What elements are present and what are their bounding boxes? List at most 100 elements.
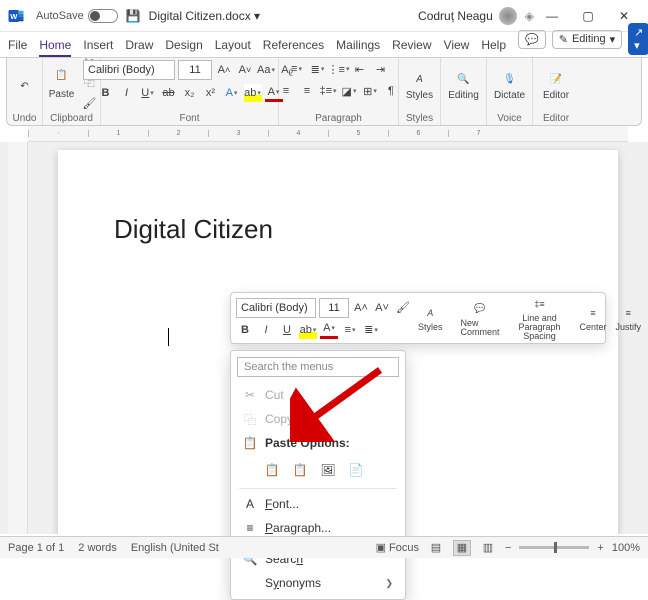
comments-button[interactable]: 💬 — [518, 30, 546, 49]
bullets-icon[interactable]: ≡ — [288, 60, 306, 78]
mini-styles-button[interactable]: AStyles — [415, 304, 446, 332]
line-spacing-icon[interactable]: ‡≡ — [319, 82, 337, 100]
mini-format-painter-icon[interactable]: 🖌 — [394, 299, 412, 317]
tab-references[interactable]: References — [263, 38, 324, 57]
tab-review[interactable]: Review — [392, 38, 431, 57]
mini-bold-button[interactable]: B — [236, 321, 254, 339]
mini-font-color-icon[interactable]: A — [320, 321, 338, 339]
status-words[interactable]: 2 words — [78, 542, 117, 554]
show-marks-icon[interactable]: ¶ — [382, 82, 400, 100]
status-bar: Page 1 of 1 2 words English (United St ▣… — [0, 536, 648, 558]
paste-options-row: 📋 📋 🖼 📄 — [231, 455, 405, 485]
grow-font-icon[interactable]: A˄ — [215, 61, 233, 79]
web-layout-icon[interactable]: ▥ — [479, 540, 497, 556]
subscript-button[interactable]: x₂ — [181, 84, 199, 102]
document-title[interactable]: Digital Citizen.docx ▾ — [149, 9, 260, 23]
dictate-button[interactable]: 🎙Dictate — [490, 70, 529, 103]
underline-button[interactable]: U — [139, 84, 157, 102]
document-heading: Digital Citizen — [114, 214, 562, 245]
context-synonyms[interactable]: Synonyms❯ — [231, 571, 405, 595]
group-label-clipboard: Clipboard — [50, 113, 93, 124]
paste-picture-icon[interactable]: 🖼 — [317, 459, 339, 481]
mini-new-comment-button[interactable]: 💬New Comment — [458, 300, 503, 337]
context-search-input[interactable]: Search the menus — [237, 357, 399, 377]
horizontal-ruler[interactable]: ·1234567 — [28, 126, 628, 142]
zoom-in-button[interactable]: + — [597, 542, 603, 554]
print-layout-icon[interactable]: ▦ — [453, 540, 471, 556]
vertical-ruler[interactable] — [8, 142, 28, 534]
decrease-indent-icon[interactable]: ⇤ — [351, 60, 369, 78]
undo-button[interactable]: ↶ — [13, 76, 37, 96]
zoom-slider[interactable] — [519, 546, 589, 549]
tab-view[interactable]: View — [444, 38, 470, 57]
tab-layout[interactable]: Layout — [215, 38, 251, 57]
mini-underline-button[interactable]: U — [278, 321, 296, 339]
tab-file[interactable]: File — [8, 38, 27, 57]
text-effects-icon[interactable]: A — [223, 84, 241, 102]
group-label-editor: Editor — [543, 113, 569, 124]
mini-numbering-icon[interactable]: ≣ — [362, 321, 380, 339]
shrink-font-icon[interactable]: A˅ — [236, 61, 254, 79]
share-button[interactable]: ↗ ▾ — [628, 23, 648, 55]
paste-merge-icon[interactable]: 📋 — [289, 459, 311, 481]
premium-icon[interactable]: ◈ — [525, 9, 534, 23]
font-size-combo[interactable]: 11 — [178, 60, 212, 80]
mini-font-combo[interactable]: Calibri (Body) — [236, 298, 316, 318]
increase-indent-icon[interactable]: ⇥ — [372, 60, 390, 78]
focus-mode-button[interactable]: ▣ Focus — [376, 541, 419, 554]
strike-button[interactable]: ab — [160, 84, 178, 102]
numbering-icon[interactable]: ≣ — [309, 60, 327, 78]
mini-grow-font-icon[interactable]: A˄ — [352, 299, 370, 317]
font-name-combo[interactable]: Calibri (Body) — [83, 60, 175, 80]
context-paste-options-label: 📋Paste Options: — [231, 431, 405, 455]
ribbon-group-editor: 📝Editor Editor — [533, 58, 579, 125]
align-left-icon[interactable]: ≡ — [277, 82, 295, 100]
avatar-icon — [499, 7, 517, 25]
mini-center-button[interactable]: ≡Center — [577, 304, 610, 332]
editor-button[interactable]: 📝Editor — [539, 70, 573, 103]
mini-line-spacing-button[interactable]: ‡≡Line and Paragraph Spacing — [506, 295, 574, 341]
mini-justify-button[interactable]: ≡Justify — [613, 304, 645, 332]
read-mode-icon[interactable]: ▤ — [427, 540, 445, 556]
tab-mailings[interactable]: Mailings — [336, 38, 380, 57]
word-app-icon: W — [6, 6, 26, 26]
paste-button[interactable]: 📋Paste — [45, 63, 79, 102]
highlight-icon[interactable]: ab — [244, 84, 262, 102]
ribbon-group-editing: 🔍Editing — [441, 58, 487, 125]
mini-shrink-font-icon[interactable]: A˅ — [373, 299, 391, 317]
paste-keep-source-icon[interactable]: 📋 — [261, 459, 283, 481]
bold-button[interactable]: B — [97, 84, 115, 102]
mini-size-combo[interactable]: 11 — [319, 298, 349, 318]
styles-button[interactable]: AStyles — [402, 70, 437, 103]
multilevel-icon[interactable]: ⋮≡ — [330, 60, 348, 78]
context-font[interactable]: AFont... — [231, 492, 405, 516]
status-lang[interactable]: English (United St — [131, 542, 219, 554]
mini-bullets-icon[interactable]: ≡ — [341, 321, 359, 339]
zoom-level[interactable]: 100% — [612, 542, 640, 554]
superscript-button[interactable]: x² — [202, 84, 220, 102]
mini-italic-button[interactable]: I — [257, 321, 275, 339]
tab-design[interactable]: Design — [165, 38, 202, 57]
autosave-toggle[interactable]: AutoSave — [36, 9, 118, 23]
group-label-undo: Undo — [13, 113, 37, 124]
chevron-right-icon: ❯ — [385, 578, 393, 589]
shading-icon[interactable]: ◪ — [340, 82, 358, 100]
mini-highlight-icon[interactable]: ab — [299, 321, 317, 339]
paste-text-only-icon[interactable]: 📄 — [345, 459, 367, 481]
ribbon-group-paragraph: ≡ ≣ ⋮≡ ⇤ ⇥ ≡ ≡ ‡≡ ◪ ⊞ ¶ Paragraph — [279, 58, 399, 125]
ribbon: ↶ Undo 📋Paste ✂⿻🖌 Clipboard Calibri (Bod… — [6, 58, 642, 126]
borders-icon[interactable]: ⊞ — [361, 82, 379, 100]
context-copy: ⿻Copy — [231, 407, 405, 431]
editing-button[interactable]: 🔍Editing — [444, 70, 483, 103]
tab-draw[interactable]: Draw — [125, 38, 153, 57]
tab-help[interactable]: Help — [481, 38, 506, 57]
save-icon[interactable]: 💾 — [126, 9, 141, 23]
zoom-out-button[interactable]: − — [505, 542, 511, 554]
status-page[interactable]: Page 1 of 1 — [8, 542, 64, 554]
align-center-icon[interactable]: ≡ — [298, 82, 316, 100]
user-account[interactable]: Codruț Neagu — [418, 7, 517, 25]
change-case-icon[interactable]: Aa — [257, 61, 275, 79]
ribbon-group-styles: AStyles Styles — [399, 58, 441, 125]
italic-button[interactable]: I — [118, 84, 136, 102]
editing-mode-button[interactable]: ✎ Editing ▾ — [552, 30, 622, 49]
